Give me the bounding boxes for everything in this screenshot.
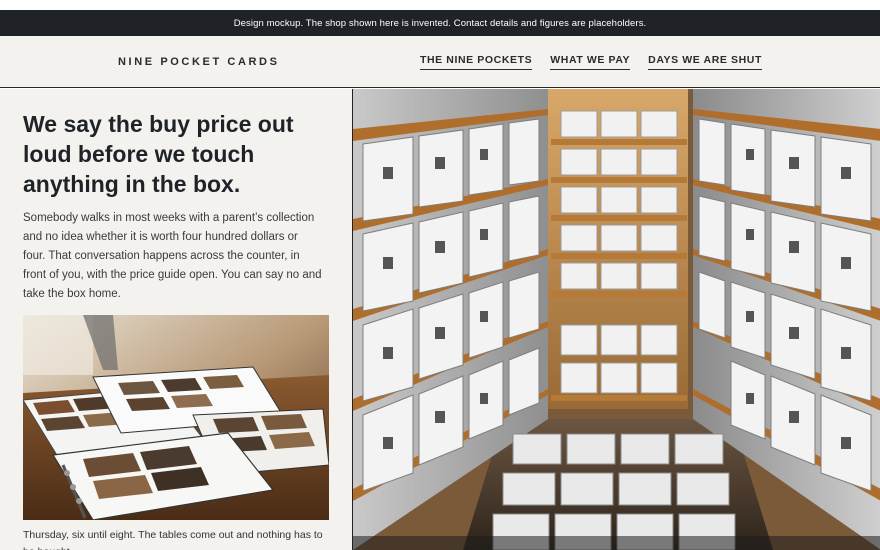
storage-boxes-photo xyxy=(352,89,880,550)
hero-body: Somebody walks in most weeks with a pare… xyxy=(23,212,322,300)
binder-pages-photo xyxy=(23,315,329,520)
main-nav: THE NINE POCKETS WHAT WE PAY DAYS WE ARE… xyxy=(419,36,762,88)
site-logo[interactable]: NINE POCKET CARDS xyxy=(118,36,280,88)
demo-notice-text: Design mockup. The shop shown here is in… xyxy=(233,17,647,29)
nav-link-days-shut[interactable]: DAYS WE ARE SHUT xyxy=(648,54,762,70)
hero-text-panel: We say the buy price out loud before we … xyxy=(0,89,352,550)
demo-notice-bar: Design mockup. The shop shown here is in… xyxy=(0,10,880,36)
site-header: NINE POCKET CARDS THE NINE POCKETS WHAT … xyxy=(0,36,880,88)
hero-headline: We say the buy price out loud before we … xyxy=(23,111,294,197)
nav-link-nine-pockets[interactable]: THE NINE POCKETS xyxy=(419,54,533,70)
photo-caption-strip xyxy=(353,536,880,550)
nav-link-what-we-pay[interactable]: WHAT WE PAY xyxy=(550,54,631,70)
photo-caption: Thursday, six until eight. The tables co… xyxy=(23,529,323,550)
